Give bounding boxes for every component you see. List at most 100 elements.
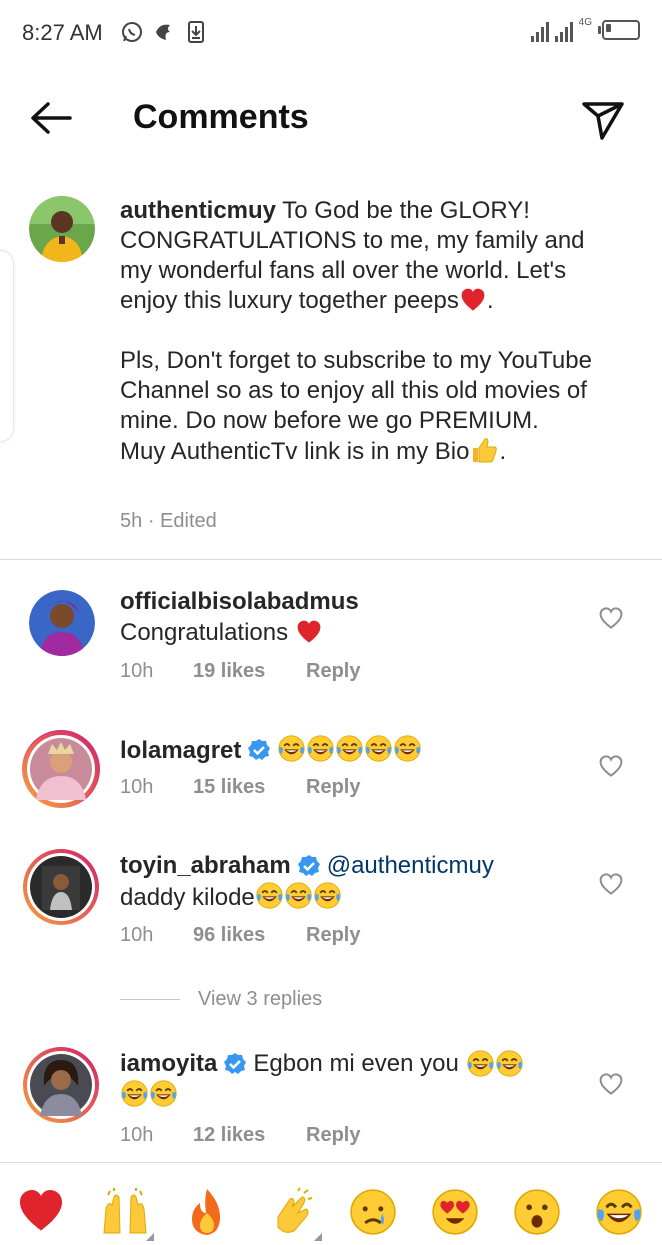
comment-time: 10h	[120, 924, 154, 946]
reply-thread-line	[120, 999, 180, 1000]
laughing-tears-icon	[277, 734, 306, 763]
fire-emoji-button[interactable]	[184, 1187, 234, 1237]
reply-button[interactable]: Reply	[306, 1124, 360, 1147]
download-icon	[184, 20, 208, 44]
signal-icon	[530, 18, 549, 42]
tears-of-joy-emoji-button[interactable]	[594, 1187, 644, 1237]
heart-eyes-emoji-button[interactable]	[430, 1187, 480, 1237]
heart-outline-icon	[599, 755, 623, 777]
laughing-tears-icon	[313, 881, 342, 910]
comment-text: Congratulations	[120, 619, 289, 646]
caption-line-1-end: .	[486, 287, 494, 314]
more-corner-icon	[146, 1233, 154, 1241]
heart-outline-icon	[599, 1073, 623, 1095]
app-header: Comments	[0, 66, 662, 170]
caption-username[interactable]: authenticmuy	[120, 197, 276, 224]
reply-button[interactable]: Reply	[306, 776, 360, 799]
comment-body: iamoyita Egbon mi even you	[120, 1048, 590, 1111]
red-heart-icon	[295, 619, 323, 645]
laughing-tears-icon	[306, 734, 335, 763]
comment-text: Egbon mi even you	[253, 1050, 459, 1077]
page-title: Comments	[133, 98, 309, 136]
avatar[interactable]	[29, 590, 95, 656]
red-heart-icon	[16, 1187, 66, 1235]
raising-hands-emoji-button[interactable]	[100, 1187, 154, 1241]
like-heart-button[interactable]	[598, 872, 624, 896]
edited-label: Edited	[160, 510, 217, 532]
thumbs-up-icon	[473, 438, 498, 463]
reply-button[interactable]: Reply	[306, 924, 360, 947]
heart-outline-icon	[599, 873, 623, 895]
comment-time: 10h	[120, 1124, 154, 1146]
comment-emoji-run	[277, 734, 422, 766]
mention-link[interactable]: @authenticmuy	[327, 850, 494, 881]
share-button[interactable]	[578, 94, 628, 144]
verified-badge-icon	[224, 1052, 247, 1074]
comment-username[interactable]: lolamagret	[120, 735, 241, 766]
clapping-hands-icon	[277, 1187, 313, 1233]
view-replies-button[interactable]: View 3 replies	[120, 988, 322, 1011]
status-bar: 8:27 AM 4G	[0, 0, 662, 66]
network-type: 4G	[578, 17, 592, 28]
verified-badge-icon	[297, 854, 320, 876]
red-heart-emoji-button[interactable]	[16, 1187, 66, 1237]
crying-face-emoji-button[interactable]	[348, 1187, 398, 1237]
comment-likes[interactable]: 96 likes	[193, 924, 306, 947]
avatar[interactable]	[22, 1046, 100, 1124]
divider	[0, 559, 662, 560]
crying-face-icon	[350, 1189, 396, 1235]
comment-text: daddy kilode	[120, 884, 255, 911]
comment-username[interactable]: iamoyita	[120, 1048, 217, 1079]
avatar[interactable]	[22, 848, 100, 926]
laughing-tears-icon	[284, 881, 313, 910]
surprised-face-icon	[514, 1189, 560, 1235]
signal-4g-icon	[554, 18, 573, 42]
avatar[interactable]	[22, 730, 100, 808]
heart-outline-icon	[599, 607, 623, 629]
comment-username[interactable]: officialbisolabadmus	[120, 586, 580, 617]
status-time: 8:27 AM	[22, 20, 103, 45]
comment-likes[interactable]: 12 likes	[193, 1124, 306, 1147]
laughing-tears-icon	[466, 1049, 495, 1078]
laughing-tears-icon	[364, 734, 393, 763]
red-heart-icon	[459, 287, 487, 313]
app-notification-icon	[152, 20, 176, 44]
reply-button[interactable]: Reply	[306, 660, 360, 683]
laughing-tears-icon	[120, 1079, 149, 1108]
heart-eyes-face-icon	[432, 1189, 478, 1235]
comment-meta: 10h 96 likes Reply	[120, 924, 360, 947]
laughing-tears-icon	[149, 1079, 178, 1108]
clapping-hands-emoji-button[interactable]	[268, 1187, 322, 1241]
status-indicators: 4G	[530, 17, 640, 42]
comment-username[interactable]: toyin_abraham	[120, 850, 291, 881]
comment-likes[interactable]: 15 likes	[193, 776, 306, 799]
comment-meta: 10h 15 likes Reply	[120, 776, 360, 799]
laughing-tears-icon	[335, 734, 364, 763]
like-heart-button[interactable]	[598, 1072, 624, 1096]
comment-meta: 10h 12 likes Reply	[120, 1124, 360, 1147]
comment-meta: 10h 19 likes Reply	[120, 660, 360, 683]
arrow-left-icon	[31, 102, 72, 134]
back-button[interactable]	[26, 96, 76, 140]
emoji-quick-bar	[0, 1162, 662, 1245]
side-panel-handle[interactable]	[0, 250, 14, 442]
tears-of-joy-face-icon	[594, 1187, 644, 1237]
caption-line-2: Pls, Don't forget to subscribe to my You…	[120, 347, 592, 434]
like-heart-button[interactable]	[598, 606, 624, 630]
caption-meta: 5h · Edited	[120, 510, 217, 533]
comment-time: 10h	[120, 776, 154, 798]
caption-time: 5h	[120, 510, 143, 532]
caption-line-3: Muy AuthenticTv link is in my Bio	[120, 438, 470, 465]
status-notification-icons	[120, 20, 208, 44]
like-heart-button[interactable]	[598, 754, 624, 778]
comment-body: officialbisolabadmus Congratulations	[120, 586, 580, 648]
surprised-face-emoji-button[interactable]	[512, 1187, 562, 1237]
view-replies-label: View 3 replies	[198, 988, 323, 1010]
laughing-tears-icon	[255, 881, 284, 910]
laughing-tears-icon	[393, 734, 422, 763]
avatar[interactable]	[29, 196, 95, 262]
paper-plane-icon	[582, 102, 624, 140]
comment-likes[interactable]: 19 likes	[193, 660, 306, 683]
comment-body: lolamagret	[120, 734, 580, 766]
whatsapp-icon	[120, 20, 144, 44]
